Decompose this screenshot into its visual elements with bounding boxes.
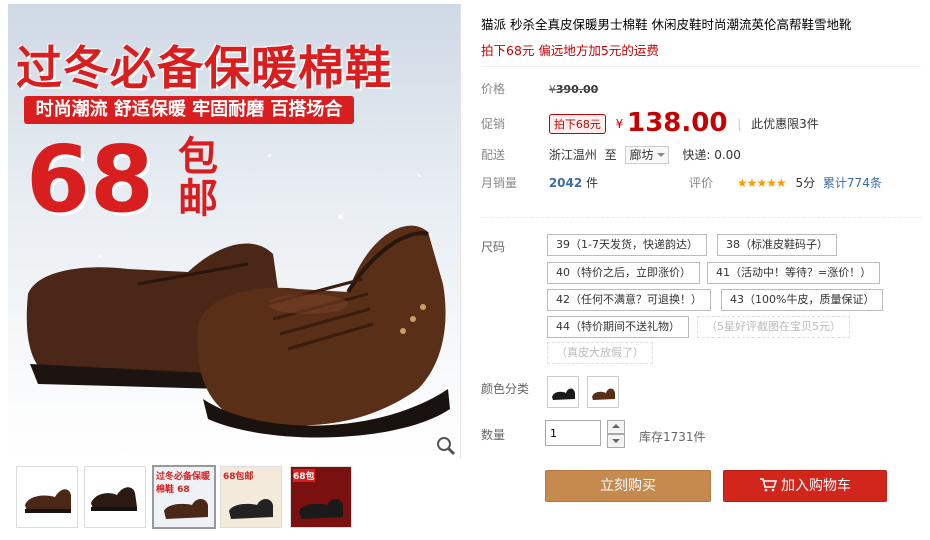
thumbnail-5[interactable]: 68包 [290, 466, 352, 528]
currency-symbol: ¥ [548, 83, 556, 96]
thumbnail-4[interactable]: 68包邮 [220, 466, 282, 528]
promo-label: 促销 [481, 117, 506, 131]
thumbnail-strip: 过冬必备保暖棉鞋 68 68包邮 68包 [8, 462, 460, 532]
rating-score: 5分 [795, 176, 816, 190]
caret-down-icon [656, 153, 665, 157]
sales-row: 月销量 2042 件 [481, 174, 598, 191]
thumbnail-label: 过冬必备保暖棉鞋 68 [156, 472, 211, 495]
shoe-thumbnail-image [91, 487, 137, 511]
monthly-sales-label: 月销量 [481, 176, 518, 190]
black-shoe-icon [552, 388, 575, 400]
size-option-43[interactable]: 43（100%牛皮，质量保证） [721, 289, 884, 311]
thumbnail-label: 68包 [293, 469, 315, 482]
thumbnail-label: 68包邮 [223, 472, 254, 482]
size-option-38[interactable]: 38（标准皮鞋码子） [717, 234, 837, 256]
buy-now-button[interactable]: 立刻购买 [545, 470, 711, 502]
free-shipping-price: 68 [26, 126, 155, 233]
thumbnail-3[interactable]: 过冬必备保暖棉鞋 68 [152, 465, 216, 529]
add-to-cart-button[interactable]: 加入购物车 [723, 470, 887, 502]
promo-row: 促销 拍下68元 ¥ 138.00 | 此优惠限3件 [481, 108, 819, 138]
original-price-value: 390.00 [555, 83, 599, 96]
size-option-39[interactable]: 39（1-7天发货，快递韵达） [547, 234, 707, 256]
snowflake [268, 154, 271, 157]
thumbnail-1[interactable] [16, 466, 78, 528]
shipping-row: 配送 浙江温州 至 廊坊 快递: 0.00 [481, 146, 741, 164]
divider [481, 66, 921, 67]
currency-symbol: ¥ [615, 117, 624, 131]
rating-label: 评价 [689, 176, 714, 190]
size-option-42[interactable]: 42（任何不满意？可退换！） [547, 289, 711, 311]
quantity-increase-button[interactable] [607, 420, 625, 434]
monthly-sales-unit: 件 [586, 176, 599, 190]
size-option-41[interactable]: 41（活动中！等待？=涨价！） [707, 262, 881, 284]
rating-row: 评价 ★★★★★ 5分 累计774条 [689, 174, 882, 191]
add-to-cart-label: 加入购物车 [781, 478, 851, 494]
destination-value: 廊坊 [629, 148, 654, 162]
promo-tag: 拍下68元 [548, 114, 606, 134]
size-option-review-note: （5星好评截图在宝贝5元） [697, 316, 850, 338]
original-price: ¥390.00 [549, 83, 598, 96]
divider [481, 217, 921, 218]
size-label: 尺码 [481, 240, 506, 254]
shipping-to: 至 [604, 148, 617, 162]
cart-icon [760, 478, 777, 492]
promo-price: 138.00 [627, 108, 728, 138]
quantity-label: 数量 [481, 428, 506, 442]
shipping-label: 配送 [481, 148, 506, 162]
separator: | [737, 117, 742, 131]
express-fee: 快递: 0.00 [682, 148, 741, 162]
promo-headline: 过冬必备保暖棉鞋 [16, 41, 392, 95]
size-option-40[interactable]: 40（特价之后，立即涨价） [547, 262, 700, 284]
size-option-leather-note: （真皮大放假了） [547, 342, 653, 364]
free-shipping-label: 包邮 [178, 134, 218, 222]
price-label: 价格 [481, 82, 506, 96]
quantity-input[interactable] [545, 420, 601, 446]
price-row: 价格 ¥390.00 [481, 80, 598, 97]
brown-shoe-icon [592, 388, 615, 400]
thumbnail-2[interactable] [84, 466, 146, 528]
buy-now-label: 立刻购买 [600, 478, 656, 494]
color-option-brown[interactable] [587, 376, 619, 408]
color-label: 颜色分类 [481, 382, 530, 396]
destination-select[interactable]: 廊坊 [624, 146, 669, 164]
product-title: 猫派 秒杀全真皮保暖男士棉鞋 休闲皮鞋时尚潮流英伦高帮鞋雪地靴 [481, 17, 852, 32]
stock-count: 库存1731件 [639, 430, 706, 444]
star-icon: ★★★★★ [736, 176, 787, 190]
product-subtitle: 拍下68元 偏远地方加5元的运费 [481, 43, 659, 58]
promo-limit: 此优惠限3件 [751, 117, 819, 131]
quantity-decrease-button[interactable] [607, 434, 625, 448]
promo-banner: 时尚潮流 舒适保暖 牢固耐磨 百搭场合 [24, 96, 354, 124]
shoe-thumbnail-image [25, 489, 71, 513]
monthly-sales-count: 2042 [548, 176, 583, 190]
size-option-44[interactable]: 44（特价期间不送礼物） [547, 316, 689, 338]
color-option-black[interactable] [547, 376, 579, 408]
shipping-origin: 浙江温州 [548, 148, 597, 162]
zoom-icon[interactable] [436, 436, 456, 456]
main-product-image[interactable]: 过冬必备保暖棉鞋 时尚潮流 舒适保暖 牢固耐磨 百搭场合 68 包邮 [8, 4, 461, 458]
review-count-link[interactable]: 累计774条 [823, 176, 882, 190]
